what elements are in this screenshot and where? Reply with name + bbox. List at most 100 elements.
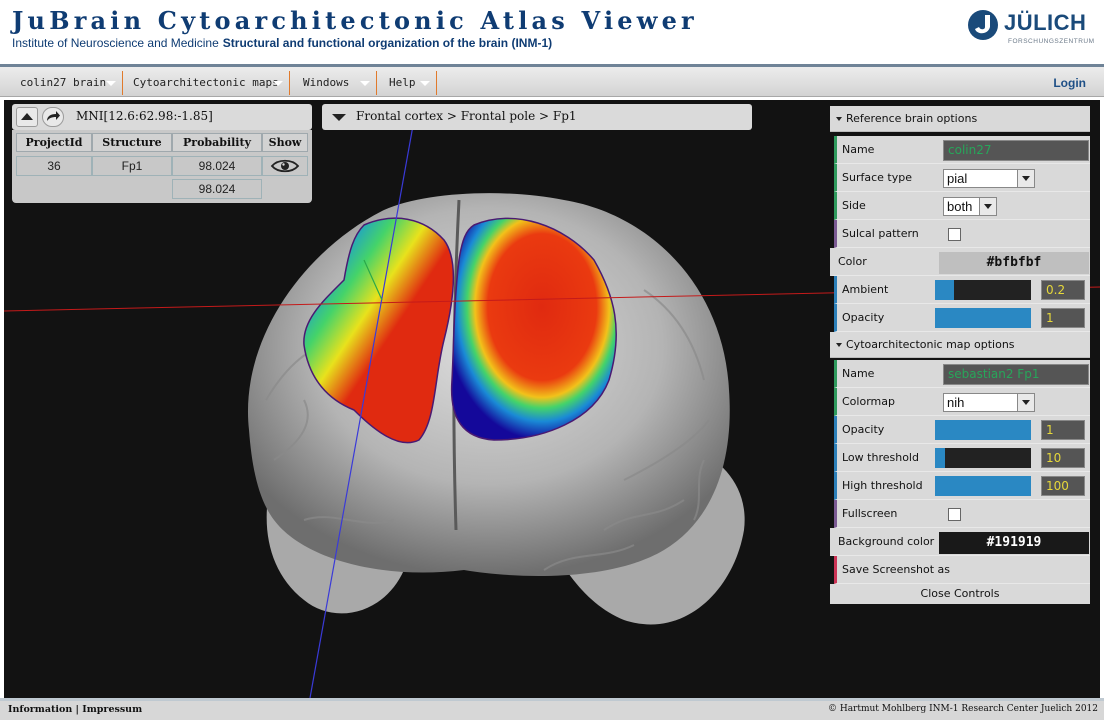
row-surface-type: Surface type pial (834, 164, 1090, 192)
triangle-up-icon (21, 113, 33, 120)
chevron-down-icon (273, 81, 283, 86)
reference-opacity-value-field[interactable]: 1 (1041, 308, 1085, 328)
menu-label: Cytoarchitectonic maps (133, 76, 279, 89)
row-high-threshold: High threshold 100 (834, 472, 1090, 500)
cell-probability: 98.024 (172, 156, 262, 176)
low-threshold-label: Low threshold (842, 451, 919, 464)
high-threshold-value-field[interactable]: 100 (1041, 476, 1085, 496)
institute-line: Institute of Neuroscience and Medicine St… (12, 36, 552, 50)
division-name: Structural and functional organization o… (222, 36, 553, 50)
map-name-field[interactable]: sebastian2 Fp1 (943, 364, 1089, 385)
side-label: Side (842, 199, 866, 212)
ambient-slider[interactable] (935, 280, 1031, 300)
reference-opacity-slider-fill (935, 308, 1031, 328)
goto-coordinate-button[interactable] (42, 107, 64, 127)
collapse-button[interactable] (16, 107, 38, 127)
page-footer: Information | Impressum © Hartmut Mohlbe… (0, 701, 1104, 720)
side-select[interactable]: both (943, 197, 997, 216)
sulcal-pattern-label: Sulcal pattern (842, 227, 919, 240)
chevron-down-icon (979, 198, 996, 215)
fullscreen-label: Fullscreen (842, 507, 898, 520)
reference-opacity-slider[interactable] (935, 308, 1031, 328)
login-link[interactable]: Login (1053, 76, 1086, 90)
institute-name: Institute of Neuroscience and Medicine (12, 36, 219, 50)
section-reference-brain-options[interactable]: Reference brain options (830, 106, 1090, 132)
surface-type-select[interactable]: pial (943, 169, 1035, 188)
menu-bar: colin27 brain Cytoarchitectonic maps Win… (0, 67, 1104, 97)
triangle-down-icon (836, 343, 842, 347)
coordinate-bar: MNI[12.6:62.98:-1.85] (12, 104, 312, 130)
side-value: both (947, 199, 973, 214)
probability-table: ProjectId Structure Probability Show 36 … (12, 130, 312, 203)
cell-show (262, 156, 308, 176)
map-opacity-slider[interactable] (935, 420, 1031, 440)
high-threshold-slider-fill (935, 476, 1031, 496)
low-threshold-slider[interactable] (935, 448, 1031, 468)
triangle-down-icon (836, 117, 842, 121)
copyright-notice: © Hartmut Mohlberg INM-1 Research Center… (827, 704, 1098, 714)
redo-arrow-icon (47, 111, 60, 121)
section-title: Reference brain options (846, 112, 978, 125)
section-cytoarchitectonic-map-options[interactable]: Cytoarchitectonic map options (830, 332, 1090, 358)
background-color-label: Background color (838, 535, 935, 548)
reference-color-picker[interactable]: #bfbfbf (939, 252, 1089, 274)
name-label: Name (842, 143, 875, 156)
chevron-down-icon (420, 81, 430, 86)
app-title: JuBrain Cytoarchitectonic Atlas Viewer (12, 6, 698, 35)
logo-wordmark: JÜLICH (1004, 10, 1087, 35)
logo-subtext: FORSCHUNGSZENTRUM (1008, 38, 1095, 45)
menu-label: Windows (303, 76, 350, 89)
save-screenshot-button[interactable]: Save Screenshot as (834, 556, 1090, 584)
chevron-down-icon (360, 81, 370, 86)
menu-cytoarchitectonic-maps[interactable]: Cytoarchitectonic maps (123, 71, 290, 95)
high-threshold-label: High threshold (842, 479, 923, 492)
row-fullscreen: Fullscreen (834, 500, 1090, 528)
fullscreen-checkbox[interactable] (948, 508, 961, 521)
row-map-name: Name sebastian2 Fp1 (834, 360, 1090, 388)
chevron-down-icon (1017, 394, 1034, 411)
triangle-down-icon[interactable] (329, 108, 349, 126)
ambient-label: Ambient (842, 283, 889, 296)
column-header-structure: Structure (92, 133, 172, 152)
background-color-picker[interactable]: #191919 (939, 532, 1089, 554)
ambient-value-field[interactable]: 0.2 (1041, 280, 1085, 300)
menu-label: colin27 brain (20, 76, 107, 89)
colormap-label: Colormap (842, 395, 895, 408)
surface-type-label: Surface type (842, 171, 912, 184)
column-header-probability: Probability (172, 133, 262, 152)
map-opacity-value-field[interactable]: 1 (1041, 420, 1085, 440)
mni-coordinate: MNI[12.6:62.98:-1.85] (76, 109, 213, 123)
row-side: Side both (834, 192, 1090, 220)
footer-links[interactable]: Information | Impressum (8, 704, 142, 715)
row-color: Color #bfbfbf (830, 248, 1090, 276)
surface-type-value: pial (947, 171, 968, 186)
menu-help[interactable]: Help (379, 71, 437, 95)
juelich-logo-mark (968, 10, 998, 40)
column-header-project-id: ProjectId (16, 133, 92, 152)
row-sulcal-pattern: Sulcal pattern (834, 220, 1090, 248)
reference-name-field[interactable]: colin27 (943, 140, 1089, 161)
colormap-select[interactable]: nih (943, 393, 1035, 412)
controls-panel: Reference brain options Name colin27 Sur… (830, 106, 1090, 604)
row-ambient: Ambient 0.2 (834, 276, 1090, 304)
column-header-show: Show (262, 133, 308, 152)
chevron-down-icon (106, 81, 116, 86)
cell-probability: 98.024 (172, 179, 262, 199)
menu-label: Help (389, 76, 416, 89)
name-label: Name (842, 367, 875, 380)
row-colormap: Colormap nih (834, 388, 1090, 416)
save-screenshot-label: Save Screenshot as (842, 563, 951, 576)
chevron-down-icon (1017, 170, 1034, 187)
menu-windows[interactable]: Windows (293, 71, 377, 95)
menu-colin27-brain[interactable]: colin27 brain (10, 71, 123, 95)
structure-breadcrumb-bar: Frontal cortex > Frontal pole > Fp1 (322, 104, 752, 130)
sulcal-pattern-checkbox[interactable] (948, 228, 961, 241)
color-label: Color (838, 255, 867, 268)
low-threshold-value-field[interactable]: 10 (1041, 448, 1085, 468)
colormap-value: nih (947, 395, 965, 410)
close-controls-button[interactable]: Close Controls (830, 584, 1090, 604)
high-threshold-slider[interactable] (935, 476, 1031, 496)
eye-icon[interactable] (270, 158, 300, 174)
opacity-label: Opacity (842, 311, 885, 324)
cell-project-id: 36 (16, 156, 92, 176)
